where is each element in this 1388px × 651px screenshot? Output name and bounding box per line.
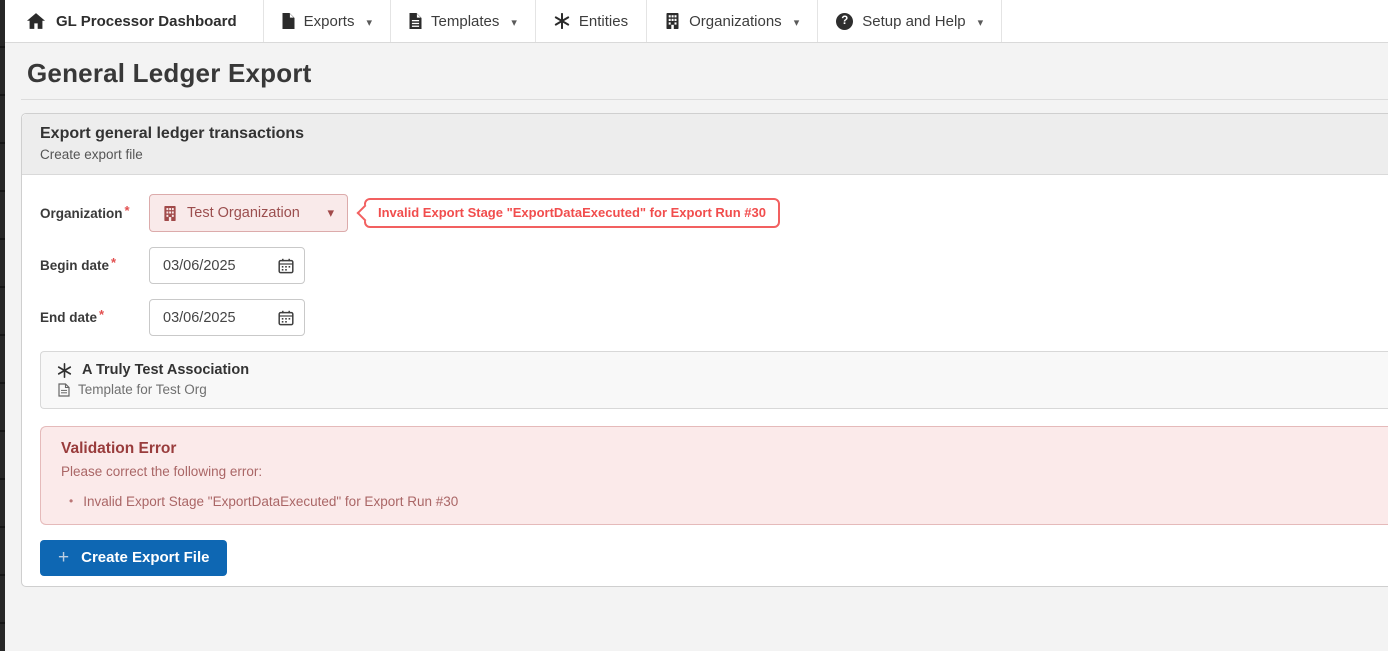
validation-error-item: Invalid Export Stage "ExportDataExecuted… [61,494,1388,509]
validation-error-box: Validation Error Please correct the foll… [40,426,1388,525]
building-icon [665,13,680,29]
document-icon [58,383,70,397]
calendar-icon [278,310,294,326]
panel-body: Organization* Test Organization Invalid … [22,175,1388,586]
nav-item-label: Entities [579,13,628,30]
file-lines-icon [409,13,422,29]
create-export-file-button[interactable]: Create Export File [40,540,227,576]
organization-error-tooltip: Invalid Export Stage "ExportDataExecuted… [364,198,780,228]
title-divider [21,99,1388,100]
begin-date-label: Begin date* [40,258,149,273]
chevron-down-icon [508,13,517,30]
question-circle-icon [836,13,853,30]
validation-error-message: Please correct the following error: [61,464,1388,479]
validation-error-title: Validation Error [61,440,1388,458]
association-subtitle: Template for Test Org [78,382,207,397]
association-title-row: A Truly Test Association [57,362,1388,378]
building-icon [163,206,177,221]
nav-item-label: Setup and Help [862,13,965,30]
end-date-value: 03/06/2025 [163,310,236,326]
begin-date-row: Begin date* 03/06/2025 [40,247,1388,284]
nav-brand-home[interactable]: GL Processor Dashboard [5,0,264,42]
nav-item-label: Templates [431,13,499,30]
nav-item-label: Organizations [689,13,782,30]
calendar-icon [278,258,294,274]
page-title: General Ledger Export [27,58,1388,89]
nav-item-templates[interactable]: Templates [391,0,536,42]
end-date-input[interactable]: 03/06/2025 [149,299,305,336]
organization-label: Organization* [40,206,149,221]
create-export-file-label: Create Export File [81,549,209,566]
file-icon [282,13,295,29]
begin-date-input[interactable]: 03/06/2025 [149,247,305,284]
asterisk-icon [554,13,570,29]
nav-brand-label: GL Processor Dashboard [56,13,237,30]
nav-item-label: Exports [304,13,355,30]
nav-item-setup-and-help[interactable]: Setup and Help [818,0,1002,42]
association-title: A Truly Test Association [82,362,249,378]
required-asterisk: * [99,307,104,322]
required-asterisk: * [111,255,116,270]
organization-select[interactable]: Test Organization [149,194,348,232]
export-panel: Export general ledger transactions Creat… [21,113,1388,587]
panel-subtitle: Create export file [40,147,1388,162]
nav-item-organizations[interactable]: Organizations [647,0,818,42]
panel-title: Export general ledger transactions [40,125,1388,143]
end-date-label: End date* [40,310,149,325]
chevron-down-icon [791,13,800,30]
collapsed-side-panel[interactable] [0,0,5,651]
end-date-row: End date* 03/06/2025 [40,299,1388,336]
chevron-down-icon [363,13,372,30]
organization-select-value: Test Organization [187,205,300,221]
nav-item-entities[interactable]: Entities [536,0,647,42]
home-icon [27,13,45,29]
chevron-down-icon [975,13,984,30]
nav-item-exports[interactable]: Exports [264,0,391,42]
panel-header: Export general ledger transactions Creat… [22,114,1388,175]
begin-date-value: 03/06/2025 [163,258,236,274]
asterisk-icon [57,363,72,378]
required-asterisk: * [125,203,130,218]
plus-icon [58,548,69,567]
chevron-down-icon [327,205,334,221]
association-subtitle-row: Template for Test Org [57,382,1388,397]
organization-row: Organization* Test Organization Invalid … [40,194,1388,232]
association-list-item[interactable]: A Truly Test Association Template for Te… [40,351,1388,409]
top-navbar: GL Processor Dashboard Exports Templates… [5,0,1388,43]
